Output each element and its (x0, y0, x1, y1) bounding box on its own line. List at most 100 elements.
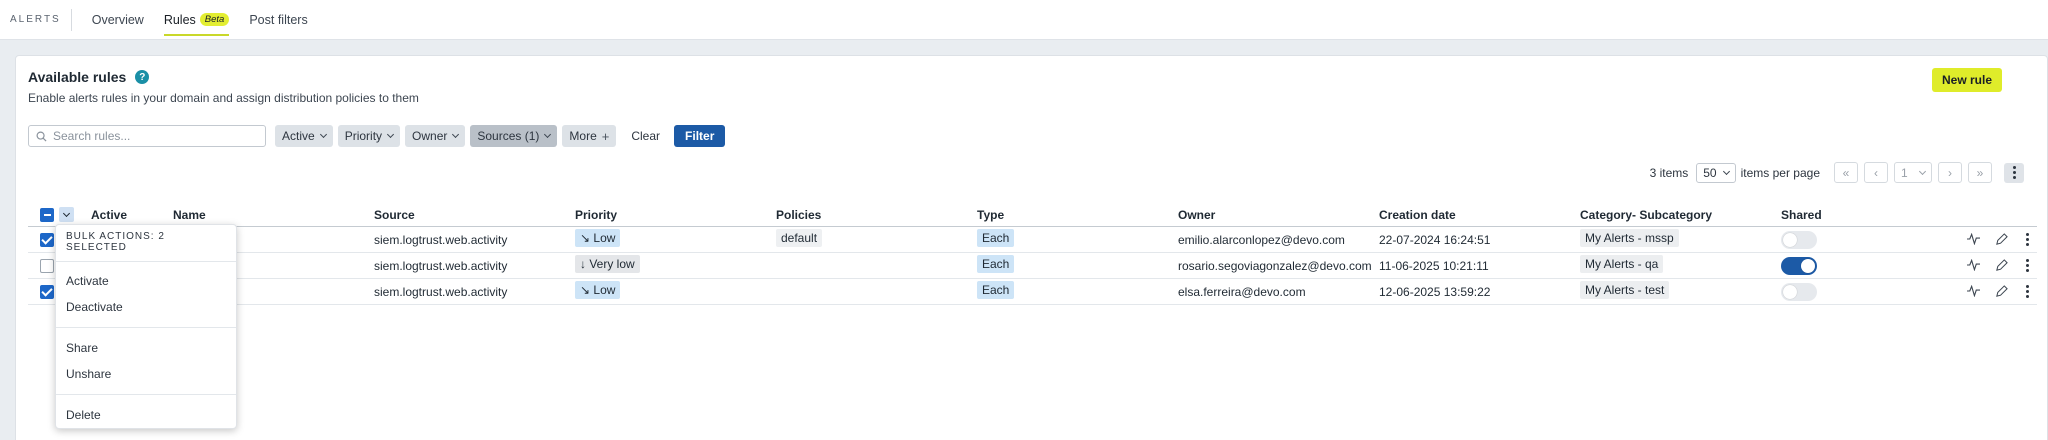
item-count: 3 items (1649, 165, 1689, 180)
next-page-button[interactable]: › (1938, 162, 1962, 183)
row-source: siem.logtrust.web.activity (374, 285, 508, 299)
activity-icon[interactable] (1967, 233, 1980, 245)
row-menu-icon[interactable] (2026, 285, 2029, 298)
filter-active-button[interactable]: Active (275, 125, 333, 147)
tab-rules[interactable]: Rules Beta (163, 0, 230, 40)
table-header: Active Name Source Priority Policies Typ… (28, 203, 2037, 227)
plus-icon: + (601, 128, 610, 144)
activity-icon[interactable] (1967, 285, 1980, 297)
tab-rules-label: Rules (163, 12, 196, 27)
table-options-button[interactable] (2004, 162, 2024, 183)
type-tag: Each (977, 281, 1015, 299)
menu-item-unshare[interactable]: Unshare (56, 361, 236, 387)
row-created: 11-06-2025 10:21:11 (1379, 259, 1489, 273)
header-type[interactable]: Type (977, 208, 1004, 222)
header-source[interactable]: Source (374, 208, 415, 222)
row-owner: elsa.ferreira@devo.com (1178, 285, 1306, 299)
help-icon[interactable]: ? (135, 70, 150, 84)
top-nav: ALERTS Overview Rules Beta Post filters (0, 0, 2048, 40)
search-box[interactable] (28, 125, 266, 147)
activity-icon[interactable] (1967, 259, 1980, 271)
row-checkbox[interactable] (40, 259, 54, 273)
row-owner: rosario.segoviagonzalez@devo.com (1178, 259, 1372, 273)
toggle-knob (1783, 285, 1797, 299)
page-select[interactable]: 1 (1894, 162, 1932, 183)
priority-badge: ↓ Very low (575, 255, 640, 273)
header-category[interactable]: Category- Subcategory (1580, 208, 1712, 222)
tab-post-filters-label: Post filters (249, 12, 308, 27)
filter-more-label: More (569, 129, 597, 143)
filter-priority-label: Priority (344, 129, 383, 143)
clear-button[interactable]: Clear (631, 129, 660, 143)
filter-owner-button[interactable]: Owner (405, 125, 466, 147)
type-tag: Each (977, 229, 1015, 247)
per-page-select[interactable]: 50 (1696, 162, 1736, 183)
tab-post-filters[interactable]: Post filters (249, 0, 307, 40)
bulk-actions-menu: BULK ACTIONS: 2 SELECTED Activate Deacti… (55, 224, 237, 429)
select-all-checkbox[interactable] (40, 208, 54, 222)
header-active[interactable]: Active (91, 208, 127, 222)
table-row: siem.logtrust.web.activity ↘ Low Each el… (28, 279, 2037, 305)
filter-more-button[interactable]: More + (562, 125, 617, 147)
row-created: 12-06-2025 13:59:22 (1379, 285, 1491, 299)
row-menu-icon[interactable] (2026, 233, 2029, 246)
header-shared[interactable]: Shared (1781, 208, 1822, 222)
bulk-actions-toggle[interactable] (59, 207, 74, 222)
per-page-label: items per page (1740, 165, 1820, 180)
prev-page-icon: ‹ (1874, 165, 1878, 180)
apply-filter-button[interactable]: Filter (674, 125, 726, 147)
menu-divider (56, 327, 236, 328)
priority-badge: ↘ Low (575, 281, 621, 299)
type-tag: Each (977, 255, 1015, 273)
filter-sources-button[interactable]: Sources (1) (470, 125, 558, 147)
chevron-down-icon (1722, 167, 1730, 175)
shared-toggle[interactable] (1781, 283, 1817, 301)
search-icon (36, 131, 47, 142)
new-rule-button[interactable]: New rule (1931, 68, 2002, 92)
chevron-down-icon (452, 130, 460, 139)
first-page-button[interactable]: « (1834, 162, 1858, 183)
header-creation-date[interactable]: Creation date (1379, 208, 1456, 222)
search-input[interactable] (53, 129, 253, 143)
edit-icon[interactable] (1995, 233, 2008, 246)
edit-icon[interactable] (1995, 259, 2008, 272)
row-source: siem.logtrust.web.activity (374, 259, 508, 273)
policy-tag: default (776, 229, 823, 247)
chevron-down-icon (319, 130, 327, 139)
tab-overview[interactable]: Overview (92, 0, 144, 40)
row-checkbox[interactable] (40, 285, 54, 299)
chevron-down-icon (62, 209, 71, 217)
menu-item-activate[interactable]: Activate (56, 268, 236, 294)
menu-item-delete[interactable]: Delete (56, 402, 236, 428)
prev-page-button[interactable]: ‹ (1864, 162, 1888, 183)
header-name[interactable]: Name (173, 208, 206, 222)
row-menu-icon[interactable] (2026, 259, 2029, 272)
per-page-value: 50 (1703, 165, 1717, 180)
table-row: siem.logtrust.web.activity ↘ Low default… (28, 227, 2037, 253)
filter-priority-button[interactable]: Priority (337, 125, 401, 147)
header-policies[interactable]: Policies (776, 208, 821, 222)
filter-active-label: Active (282, 129, 315, 143)
kebab-dot (2012, 171, 2016, 174)
page-title: Available rules (28, 69, 127, 85)
edit-icon[interactable] (1995, 285, 2008, 298)
bulk-actions-header: BULK ACTIONS: 2 SELECTED (56, 225, 236, 262)
first-page-icon: « (1842, 165, 1850, 180)
menu-divider (56, 394, 236, 395)
header-owner[interactable]: Owner (1178, 208, 1215, 222)
last-page-button[interactable]: » (1968, 162, 1992, 183)
tab-overview-label: Overview (91, 12, 144, 27)
shared-toggle[interactable] (1781, 231, 1817, 249)
header-priority[interactable]: Priority (575, 208, 617, 222)
menu-item-deactivate[interactable]: Deactivate (56, 294, 236, 320)
row-source: siem.logtrust.web.activity (374, 233, 508, 247)
page-title-wrap: Available rules ? (28, 69, 150, 85)
table-row: siem.logtrust.web.activity ↓ Very low Ea… (28, 253, 2037, 279)
shared-toggle[interactable] (1781, 257, 1817, 275)
page-number: 1 (1901, 165, 1908, 180)
beta-badge: Beta (199, 13, 230, 26)
chevron-down-icon (1918, 167, 1927, 175)
row-checkbox[interactable] (40, 233, 54, 247)
menu-item-share[interactable]: Share (56, 335, 236, 361)
next-page-icon: › (1948, 165, 1952, 180)
